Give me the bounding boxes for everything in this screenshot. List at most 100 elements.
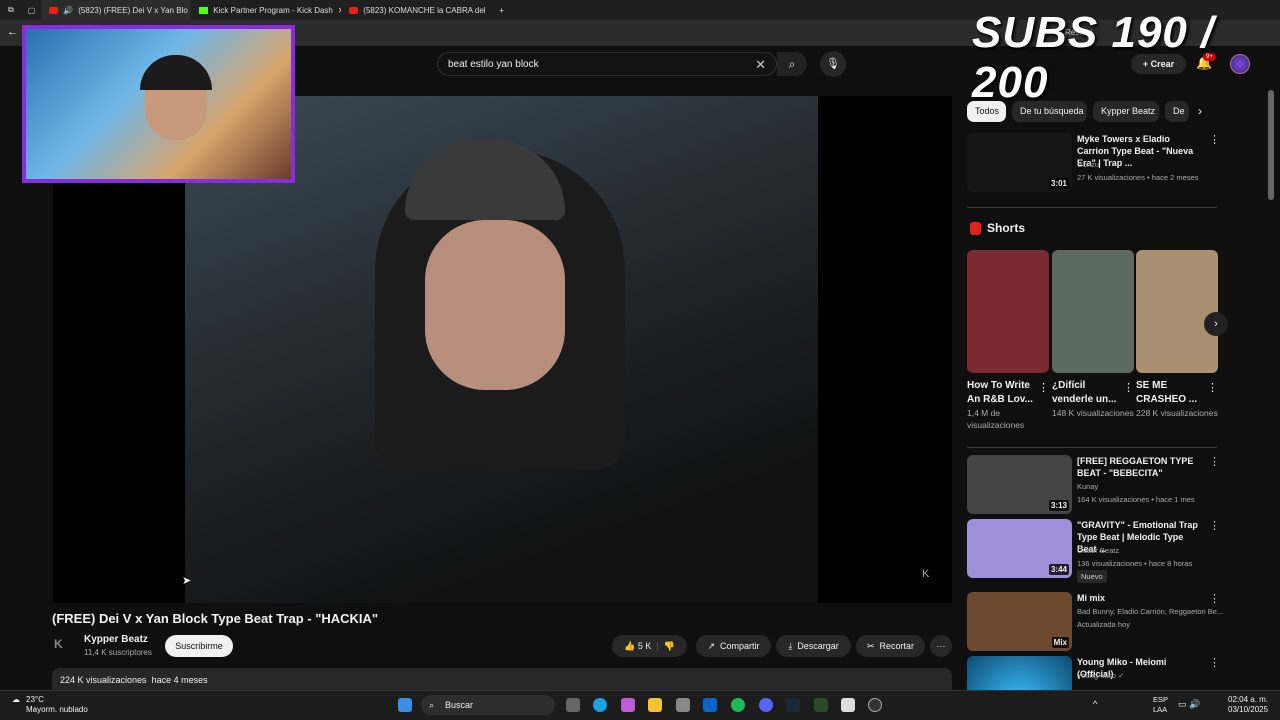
short-thumbnail[interactable]: [967, 250, 1049, 373]
short-thumbnail[interactable]: [1052, 250, 1134, 373]
video-thumbnail[interactable]: 3:44: [967, 519, 1072, 578]
time: 02:04 a. m.: [1228, 695, 1269, 704]
short-views: 148 K visualizaciones: [1052, 408, 1134, 418]
video-title[interactable]: [FREE] REGGAETON TYPE BEAT - "BEBECITA": [1077, 455, 1202, 479]
video-meta: 27 K visualizaciones • hace 2 meses: [1077, 173, 1199, 182]
speaker-icon[interactable]: 🔊: [63, 6, 73, 15]
language-indicator[interactable]: ESP LAA: [1153, 695, 1168, 715]
taskbar-search[interactable]: ⌕ Buscar: [421, 695, 555, 715]
chip-de-tu-busqueda[interactable]: De tu búsqueda: [1012, 101, 1087, 122]
clip-button[interactable]: ✂ Recortar: [856, 635, 925, 657]
media-player-icon[interactable]: [868, 698, 882, 712]
video-meta: 136 visualizaciones • hace 8 horas: [1077, 559, 1193, 568]
tab-kick[interactable]: Kick Partner Program - Kick Dash ✕: [191, 0, 341, 20]
more-options-icon[interactable]: ⋮: [1207, 381, 1218, 394]
like-count: 5 K: [637, 641, 652, 651]
workspaces-icon[interactable]: ⧉: [0, 5, 22, 15]
shorts-next-icon[interactable]: ›: [1204, 312, 1228, 336]
video-thumbnail[interactable]: 3:01: [967, 133, 1072, 192]
video-thumbnail[interactable]: [967, 656, 1072, 690]
more-options-icon[interactable]: ⋮: [1209, 455, 1220, 468]
short-item[interactable]: ¿Difícil venderle un... 148 K visualizaci…: [1052, 250, 1134, 419]
video-channel[interactable]: Gutter Beatz: [1077, 546, 1119, 555]
task-view-icon[interactable]: [566, 698, 580, 712]
start-icon[interactable]: [398, 698, 412, 712]
weather-widget[interactable]: ☁ 23°C Mayorm. nublado: [12, 695, 88, 715]
upload-date: hace 4 meses: [151, 675, 208, 685]
more-options-icon[interactable]: ⋮: [1038, 381, 1049, 394]
clock[interactable]: 02:04 a. m. 03/10/2025: [1228, 695, 1268, 715]
channel-name[interactable]: Kypper Beatz: [84, 634, 148, 645]
mic-icon[interactable]: 🎙: [820, 51, 846, 77]
video-channel[interactable]: Young Miko ✓: [1077, 671, 1124, 680]
subscribe-button[interactable]: Suscribirme: [165, 635, 233, 657]
duration: 3:01: [1048, 178, 1069, 189]
copilot-icon[interactable]: [621, 698, 635, 712]
tray-chevron-icon[interactable]: ^: [1093, 699, 1097, 709]
more-options-icon[interactable]: ⋮: [1209, 656, 1217, 669]
tab-label: (5823) KOMANCHE la CABRA del: [363, 5, 486, 15]
discord-icon[interactable]: [759, 698, 773, 712]
mouse-cursor-icon: ➤: [182, 575, 192, 587]
back-icon[interactable]: ←: [7, 26, 18, 38]
chip-next-icon[interactable]: ›: [1198, 104, 1202, 118]
short-item[interactable]: How To Write An R&B Lov... 1,4 M de visua…: [967, 250, 1049, 431]
chip-more[interactable]: De: [1165, 101, 1189, 122]
taskbar-search-label: Buscar: [445, 700, 474, 710]
short-title[interactable]: How To Write An R&B Lov...: [967, 379, 1035, 407]
short-title[interactable]: SE ME CRASHEO ...: [1136, 379, 1204, 407]
clear-search-icon[interactable]: ✕: [755, 57, 766, 73]
description-box[interactable]: 224 K visualizaciones hace 4 meses: [52, 668, 952, 692]
tab-actions-icon[interactable]: ▢: [22, 6, 42, 15]
like-button[interactable]: 👍 5 K: [624, 635, 651, 657]
view-count: 224 K visualizaciones: [60, 675, 147, 685]
video-channel[interactable]: Gonzu: [1077, 160, 1099, 169]
dislike-button[interactable]: 👎: [664, 635, 675, 657]
chip-kypper-beatz[interactable]: Kypper Beatz: [1093, 101, 1159, 122]
video-channel[interactable]: Kunay: [1077, 482, 1098, 491]
edge-icon[interactable]: [593, 698, 607, 712]
share-button[interactable]: ↗ Compartir: [696, 635, 771, 657]
tab-youtube-komanche[interactable]: (5823) KOMANCHE la CABRA del✕: [341, 0, 491, 20]
more-options-icon[interactable]: ⋮: [1209, 133, 1220, 146]
short-title[interactable]: ¿Difícil venderle un...: [1052, 379, 1120, 407]
scrollbar[interactable]: [1268, 90, 1274, 200]
new-tab-button[interactable]: +: [491, 6, 512, 15]
app-icon[interactable]: [841, 698, 855, 712]
video-thumbnail[interactable]: 3:13: [967, 455, 1072, 514]
related-video[interactable]: 3:01 Myke Towers x Eladio Carrion Type B…: [967, 133, 1220, 193]
short-thumbnail[interactable]: [1136, 250, 1218, 373]
related-mix[interactable]: Mix Mi mix Bad Bunny, Eladio Carrión, Re…: [967, 592, 1223, 652]
download-icon: ⤓: [788, 641, 793, 651]
tab-youtube-current[interactable]: 🔊(5823) (FREE) Dei V x Yan Blo✕: [41, 0, 192, 20]
tab-label: (5823) (FREE) Dei V x Yan Blo: [78, 5, 188, 15]
search-input[interactable]: beat estilo yan block ✕: [437, 52, 777, 76]
channel-watermark[interactable]: K: [922, 568, 929, 580]
short-views: 1,4 M de visualizaciones: [967, 408, 1025, 430]
weather-desc: Mayorm. nublado: [26, 705, 88, 714]
related-video[interactable]: Young Miko - Meiomi (Official) Young Mik…: [967, 656, 1217, 690]
search-button[interactable]: ⌕: [777, 52, 807, 76]
outlook-icon[interactable]: [703, 698, 717, 712]
short-item[interactable]: SE ME CRASHEO ... 228 K visualizaciones ⋮: [1136, 250, 1218, 419]
video-title[interactable]: Mi mix: [1077, 592, 1202, 604]
search-value: beat estilo yan block: [448, 59, 539, 70]
download-button[interactable]: ⤓ Descargar: [776, 635, 851, 657]
weather-icon: ☁: [12, 695, 20, 704]
video-subject-face: [425, 220, 565, 390]
spotify-icon[interactable]: [731, 698, 745, 712]
steam-icon[interactable]: [786, 698, 800, 712]
network-volume-icon[interactable]: ▭ 🔊: [1178, 699, 1200, 710]
excel-icon[interactable]: [814, 698, 828, 712]
store-icon[interactable]: [676, 698, 690, 712]
mix-thumbnail[interactable]: Mix: [967, 592, 1072, 651]
file-explorer-icon[interactable]: [648, 698, 662, 712]
channel-logo[interactable]: K: [54, 637, 76, 655]
chip-todos[interactable]: Todos: [967, 101, 1006, 122]
related-video[interactable]: 3:13 [FREE] REGGAETON TYPE BEAT - "BEBEC…: [967, 455, 1220, 515]
more-options-icon[interactable]: ⋮: [1123, 381, 1134, 394]
share-label: Compartir: [720, 641, 760, 651]
more-actions-button[interactable]: ···: [930, 635, 952, 657]
more-options-icon[interactable]: ⋮: [1209, 592, 1220, 605]
more-options-icon[interactable]: ⋮: [1209, 519, 1220, 532]
